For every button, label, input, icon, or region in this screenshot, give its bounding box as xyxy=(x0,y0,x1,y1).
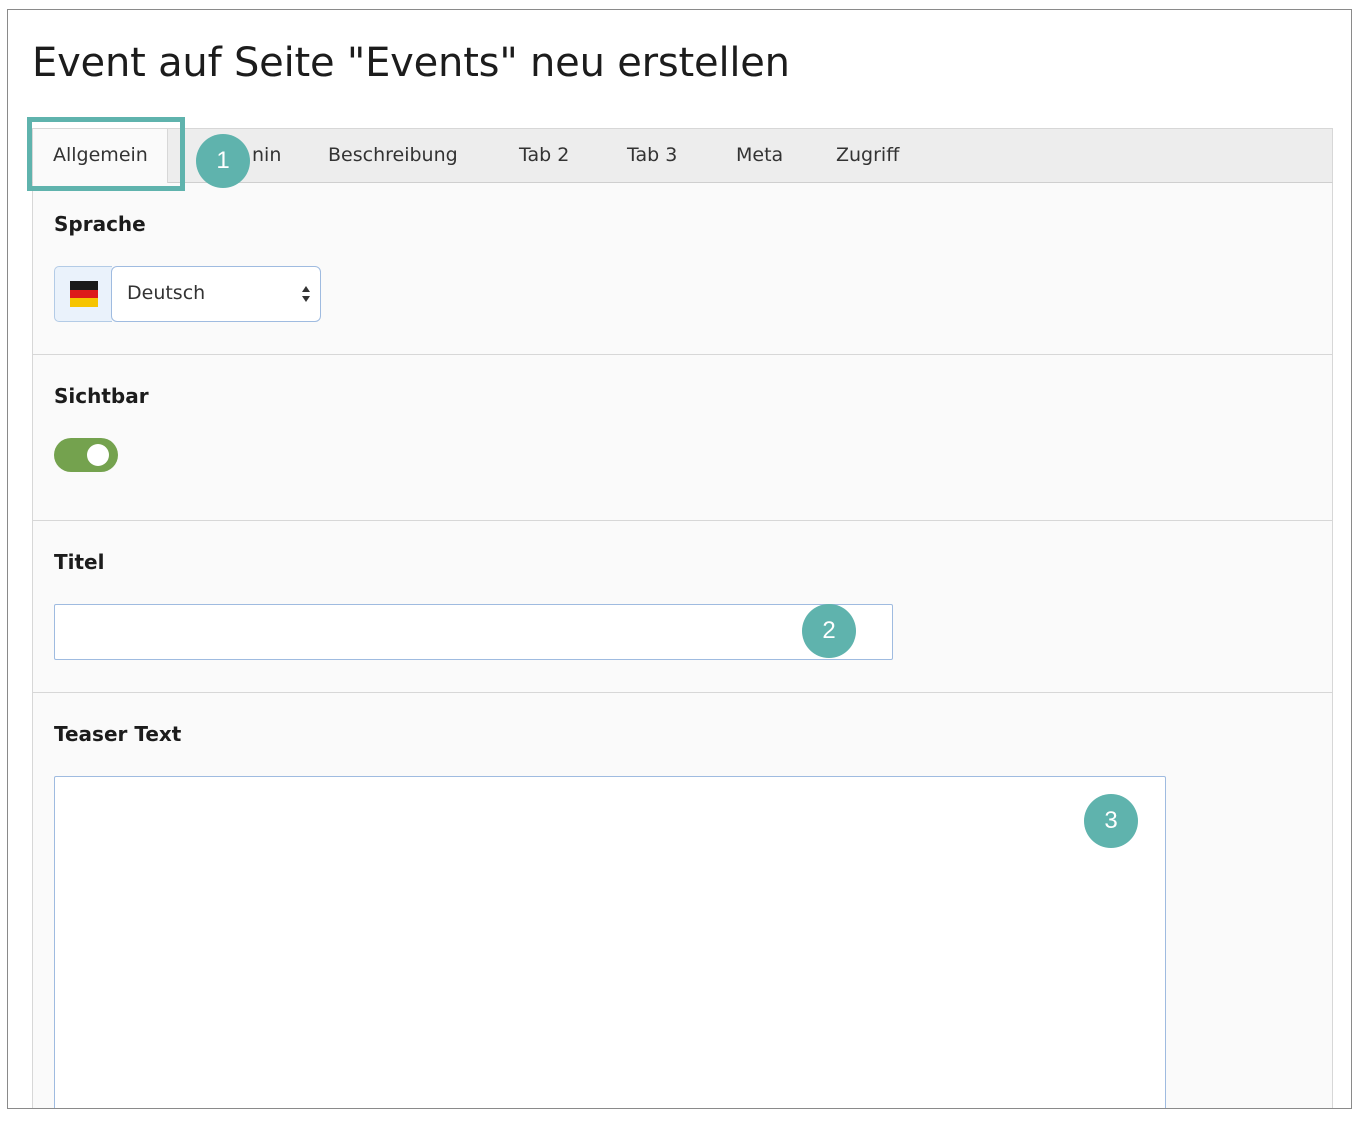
title-input[interactable] xyxy=(54,604,893,660)
step-marker-3: 3 xyxy=(1084,794,1138,848)
toggle-knob xyxy=(87,444,109,466)
language-flag-button[interactable] xyxy=(54,266,112,322)
tab-beschreibung[interactable]: Beschreibung xyxy=(328,129,458,182)
step-marker-1: 1 xyxy=(196,134,250,188)
sichtbar-label: Sichtbar xyxy=(54,384,149,408)
germany-flag-icon xyxy=(70,281,98,307)
sprache-label: Sprache xyxy=(54,212,146,236)
allgemein-tab-highlight xyxy=(27,117,185,191)
section-teaser: Teaser Text xyxy=(32,693,1333,1108)
tab-tab-3[interactable]: Tab 3 xyxy=(627,129,677,182)
tab-tab-2[interactable]: Tab 2 xyxy=(519,129,569,182)
editor-window: Event auf Seite "Events" neu erstellen A… xyxy=(7,9,1352,1109)
step-marker-2: 2 xyxy=(802,604,856,658)
titel-label: Titel xyxy=(54,550,105,574)
tab-zugriff[interactable]: Zugriff xyxy=(836,129,899,182)
language-select-value: Deutsch xyxy=(127,282,206,304)
language-select[interactable]: Deutsch xyxy=(111,266,321,322)
section-titel: Titel xyxy=(32,521,1333,693)
tab-meta[interactable]: Meta xyxy=(736,129,783,182)
section-sichtbar: Sichtbar xyxy=(32,355,1333,521)
section-sprache: Sprache Deutsch xyxy=(32,183,1333,355)
teaser-label: Teaser Text xyxy=(54,722,182,746)
select-arrows-icon xyxy=(302,286,310,302)
teaser-textarea[interactable] xyxy=(54,776,1166,1108)
visibility-toggle[interactable] xyxy=(54,438,118,472)
tab-termin[interactable]: nin xyxy=(252,129,281,182)
page-title: Event auf Seite "Events" neu erstellen xyxy=(32,40,790,86)
